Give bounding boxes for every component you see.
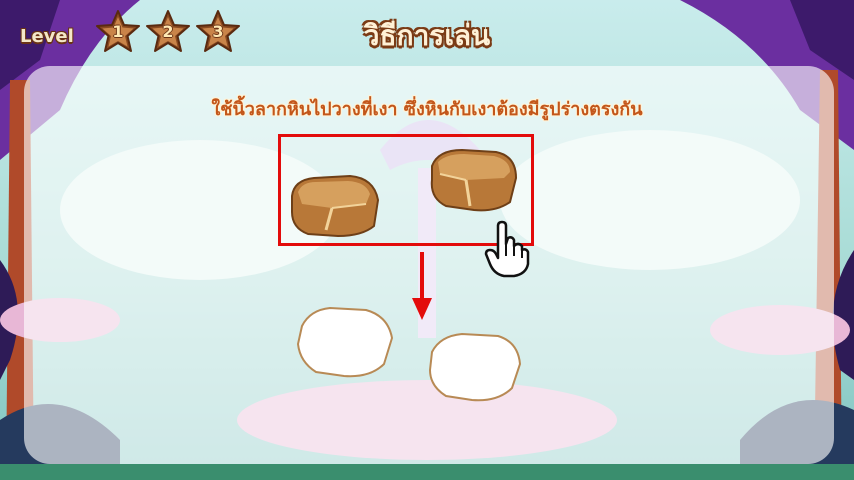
level-1-number: 1: [112, 22, 124, 41]
instruction-text: ใช้นิ้วลากหินไปวางที่เงา ซึ่งหินกับเงาต้…: [211, 99, 643, 120]
level-2-number: 2: [162, 22, 174, 41]
pointing-hand-icon: [484, 220, 530, 278]
level-label: Level: [20, 26, 74, 47]
page-title: วิธีการเล่น: [363, 19, 491, 52]
arrow-down-icon: [412, 252, 432, 320]
rock-1-draggable[interactable]: [286, 170, 382, 242]
level-3-number: 3: [212, 22, 224, 41]
level-3-star-button[interactable]: 3: [194, 8, 242, 56]
level-1-star-button[interactable]: 1: [94, 8, 142, 56]
rock-shadow-1-target[interactable]: [294, 302, 398, 382]
level-2-star-button[interactable]: 2: [144, 8, 192, 56]
rock-shadow-2-target[interactable]: [424, 326, 528, 406]
rock-2-draggable[interactable]: [426, 144, 522, 216]
